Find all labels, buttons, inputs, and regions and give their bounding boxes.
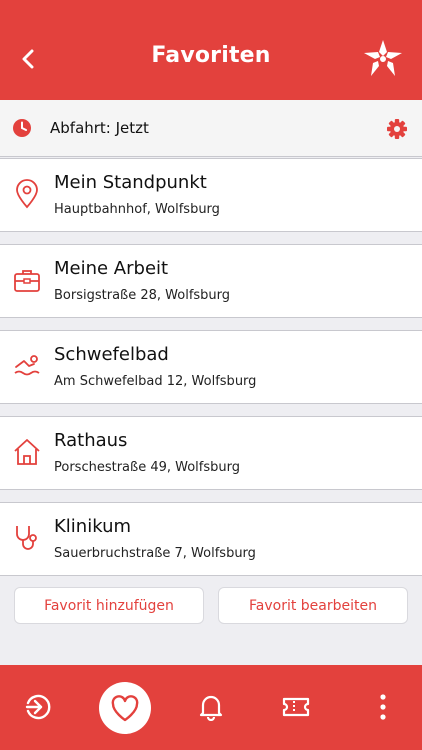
gear-icon[interactable] [386,118,408,140]
tab-notifications[interactable] [189,685,233,729]
location-pin-icon [16,179,38,209]
brand-star-logo[interactable] [362,38,404,80]
bottom-tab-bar [0,665,422,750]
favorite-title: Rathaus [54,430,128,451]
stethoscope-icon [16,526,37,550]
route-icon [25,694,51,720]
page-title: Favoriten [151,43,271,68]
app-header: Favoriten [0,0,422,100]
add-favorite-button[interactable]: Favorit hinzufügen [14,587,204,624]
favorite-item-schwefelbad[interactable]: Schwefelbad Am Schwefelbad 12, Wolfsburg [0,330,422,404]
heart-icon [111,695,139,722]
favorite-address: Porschestraße 49, Wolfsburg [54,460,241,475]
briefcase-icon [14,270,40,292]
favorite-item-rathaus[interactable]: Rathaus Porschestraße 49, Wolfsburg [0,416,422,490]
edit-favorite-button[interactable]: Favorit bearbeiten [218,587,408,624]
favorite-address: Sauerbruchstraße 7, Wolfsburg [54,546,256,561]
favorite-title: Klinikum [54,516,132,537]
favorite-item-klinikum[interactable]: Klinikum Sauerbruchstraße 7, Wolfsburg [0,502,422,576]
more-icon [380,694,386,720]
tab-route[interactable] [16,685,60,729]
tab-tickets[interactable] [274,685,318,729]
tab-more[interactable] [361,685,405,729]
favorite-item-standpunkt[interactable]: Mein Standpunkt Hauptbahnhof, Wolfsburg [0,158,422,232]
departure-label: Abfahrt: Jetzt [50,119,149,137]
favorite-address: Borsigstraße 28, Wolfsburg [54,288,231,303]
favorite-title: Mein Standpunkt [54,172,207,193]
favorite-address: Hauptbahnhof, Wolfsburg [54,202,220,217]
clock-icon [13,119,31,137]
favorite-title: Schwefelbad [54,344,169,365]
tab-favorites[interactable] [99,682,151,734]
bell-icon [199,695,223,721]
ticket-icon [282,697,310,717]
departure-bar[interactable]: Abfahrt: Jetzt [0,100,422,157]
favorite-address: Am Schwefelbad 12, Wolfsburg [54,374,257,389]
favorite-title: Meine Arbeit [54,258,169,279]
swimmer-icon [14,355,40,376]
house-icon [14,439,40,465]
favorite-item-arbeit[interactable]: Meine Arbeit Borsigstraße 28, Wolfsburg [0,244,422,318]
